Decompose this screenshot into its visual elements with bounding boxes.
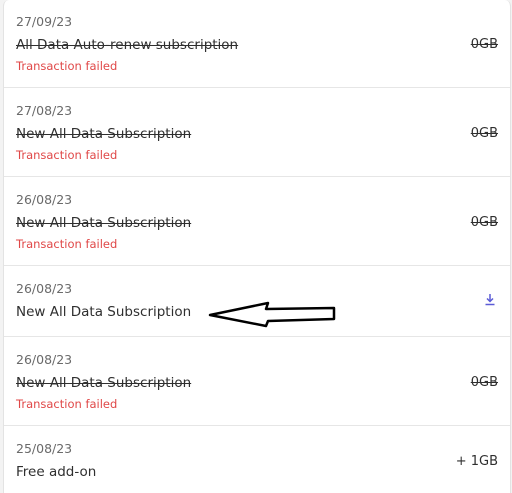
transaction-list: 27/09/23 All Data Auto-renew subscriptio… xyxy=(3,0,511,493)
transaction-amount: 0GB xyxy=(470,215,498,230)
transaction-status: Transaction failed xyxy=(16,59,118,73)
transaction-amount: 0GB xyxy=(470,375,498,390)
transaction-row[interactable]: 26/08/23 New All Data Subscription Trans… xyxy=(4,177,510,266)
transaction-row[interactable]: 25/08/23 Free add-on + 1GB xyxy=(4,426,510,493)
annotation-arrow xyxy=(208,301,336,328)
transaction-title: All Data Auto-renew subscription xyxy=(16,37,239,53)
transaction-status: Transaction failed xyxy=(16,397,118,411)
transaction-title: New All Data Subscription xyxy=(16,126,192,142)
transaction-amount: 0GB xyxy=(470,37,498,52)
transaction-title: New All Data Subscription xyxy=(16,375,192,391)
transaction-status: Transaction failed xyxy=(16,237,118,251)
transaction-title: Free add-on xyxy=(16,464,97,480)
transaction-date: 26/08/23 xyxy=(16,352,73,367)
transaction-row[interactable]: 26/08/23 New All Data Subscription Trans… xyxy=(4,337,510,426)
transaction-row[interactable]: 27/08/23 New All Data Subscription Trans… xyxy=(4,88,510,177)
transaction-date: 26/08/23 xyxy=(16,281,73,296)
transaction-status: Transaction failed xyxy=(16,148,118,162)
download-icon[interactable] xyxy=(483,292,497,308)
transaction-amount: 0GB xyxy=(470,126,498,141)
transaction-date: 26/08/23 xyxy=(16,192,73,207)
transaction-title: New All Data Subscription xyxy=(16,304,192,320)
transaction-date: 25/08/23 xyxy=(16,441,73,456)
transaction-title: New All Data Subscription xyxy=(16,215,192,231)
transaction-date: 27/08/23 xyxy=(16,103,73,118)
transaction-row[interactable]: 27/09/23 All Data Auto-renew subscriptio… xyxy=(4,0,510,88)
transaction-amount: + 1GB xyxy=(455,454,498,469)
transaction-date: 27/09/23 xyxy=(16,14,73,29)
